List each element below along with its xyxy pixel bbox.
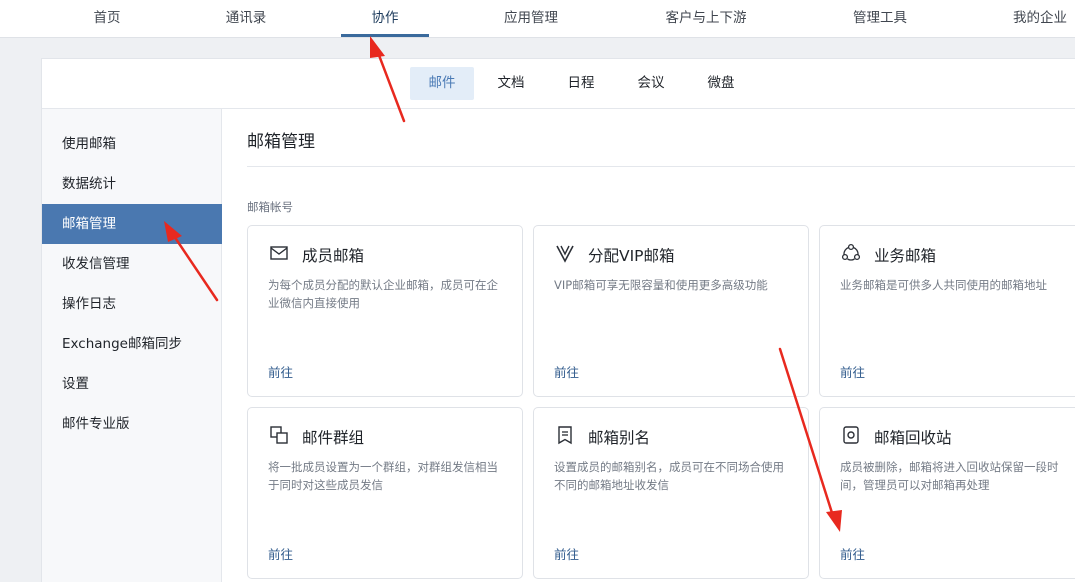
section-label: 邮箱帐号 — [247, 200, 293, 214]
card-title: 成员邮箱 — [302, 247, 365, 265]
main-panel: 邮件 文档 日程 会议 微盘 使用邮箱 数据统计 邮箱管理 收发信管理 操作日志… — [41, 58, 1075, 582]
vip-icon — [554, 242, 576, 264]
topnav-item-app-management[interactable]: 应用管理 — [489, 0, 573, 38]
sub-navigation: 邮件 文档 日程 会议 微盘 — [42, 59, 1075, 109]
topnav-item-contacts[interactable]: 通讯录 — [211, 0, 281, 38]
card-description: VIP邮箱可享无限容量和使用更多高级功能 — [554, 278, 768, 292]
content-area: 邮箱管理 邮箱帐号 成员邮箱 为每个成员分配的默认企业邮箱，成员可在企业微信内直… — [223, 109, 1075, 582]
card-description: 设置成员的邮箱别名，成员可在不同场合使用不同的邮箱地址收发信 — [554, 460, 784, 492]
card-go-link[interactable]: 前往 — [840, 544, 865, 563]
recycle-bin-icon — [840, 424, 862, 446]
card-vip-mailbox[interactable]: 分配VIP邮箱 VIP邮箱可享无限容量和使用更多高级功能 前往 — [533, 225, 809, 397]
topnav-item-my-enterprise[interactable]: 我的企业 — [998, 0, 1075, 38]
title-divider — [247, 166, 1075, 167]
card-description: 将一批成员设置为一个群组，对群组发信相当于同时对这些成员发信 — [268, 460, 498, 492]
top-navigation: 首页 通讯录 协作 应用管理 客户与上下游 管理工具 我的企业 — [0, 0, 1075, 38]
card-mailbox-alias[interactable]: 邮箱别名 设置成员的邮箱别名，成员可在不同场合使用不同的邮箱地址收发信 前往 — [533, 407, 809, 579]
subnav-tab-docs[interactable]: 文档 — [480, 67, 542, 100]
card-go-link[interactable]: 前往 — [840, 362, 865, 381]
card-title: 业务邮箱 — [874, 247, 937, 265]
sidebar-item-statistics[interactable]: 数据统计 — [42, 164, 222, 204]
card-go-link[interactable]: 前往 — [268, 544, 293, 563]
card-mail-group[interactable]: 邮件群组 将一批成员设置为一个群组，对群组发信相当于同时对这些成员发信 前往 — [247, 407, 523, 579]
business-mailbox-icon — [840, 242, 862, 264]
sidebar: 使用邮箱 数据统计 邮箱管理 收发信管理 操作日志 Exchange邮箱同步 设… — [42, 109, 222, 582]
card-member-mailbox[interactable]: 成员邮箱 为每个成员分配的默认企业邮箱，成员可在企业微信内直接使用 前往 — [247, 225, 523, 397]
sidebar-item-mailbox-management[interactable]: 邮箱管理 — [42, 204, 222, 244]
sidebar-item-exchange-sync[interactable]: Exchange邮箱同步 — [42, 324, 222, 364]
card-go-link[interactable]: 前往 — [268, 362, 293, 381]
card-title: 邮箱别名 — [588, 429, 651, 447]
card-title: 邮件群组 — [302, 429, 365, 447]
sidebar-item-send-receive[interactable]: 收发信管理 — [42, 244, 222, 284]
card-title: 分配VIP邮箱 — [588, 247, 675, 265]
sidebar-item-mail-pro[interactable]: 邮件专业版 — [42, 404, 222, 444]
card-description: 成员被删除，邮箱将进入回收站保留一段时间，管理员可以对邮箱再处理 — [840, 460, 1059, 492]
card-description: 为每个成员分配的默认企业邮箱，成员可在企业微信内直接使用 — [268, 278, 498, 310]
card-go-link[interactable]: 前往 — [554, 544, 579, 563]
topnav-item-home[interactable]: 首页 — [77, 0, 137, 38]
envelope-icon — [268, 242, 290, 264]
mail-group-icon — [268, 424, 290, 446]
topnav-item-management-tools[interactable]: 管理工具 — [838, 0, 922, 38]
sidebar-item-settings[interactable]: 设置 — [42, 364, 222, 404]
sidebar-item-use-mailbox[interactable]: 使用邮箱 — [42, 124, 222, 164]
card-go-link[interactable]: 前往 — [554, 362, 579, 381]
active-tab-indicator — [341, 34, 429, 37]
subnav-tab-meeting[interactable]: 会议 — [620, 67, 682, 100]
subnav-tab-schedule[interactable]: 日程 — [550, 67, 612, 100]
page-title: 邮箱管理 — [247, 132, 315, 152]
topnav-item-customers-partners[interactable]: 客户与上下游 — [652, 0, 760, 38]
sidebar-item-operation-log[interactable]: 操作日志 — [42, 284, 222, 324]
mailbox-alias-icon — [554, 424, 576, 446]
card-description: 业务邮箱是可供多人共同使用的邮箱地址 — [840, 278, 1047, 292]
card-recycle-bin[interactable]: 邮箱回收站 成员被删除，邮箱将进入回收站保留一段时间，管理员可以对邮箱再处理 前… — [819, 407, 1075, 579]
card-title: 邮箱回收站 — [874, 429, 952, 447]
subnav-tab-mail[interactable]: 邮件 — [410, 67, 474, 100]
topnav-item-collaboration[interactable]: 协作 — [341, 0, 429, 38]
subnav-tab-drive[interactable]: 微盘 — [690, 67, 752, 100]
card-business-mailbox[interactable]: 业务邮箱 业务邮箱是可供多人共同使用的邮箱地址 前往 — [819, 225, 1075, 397]
